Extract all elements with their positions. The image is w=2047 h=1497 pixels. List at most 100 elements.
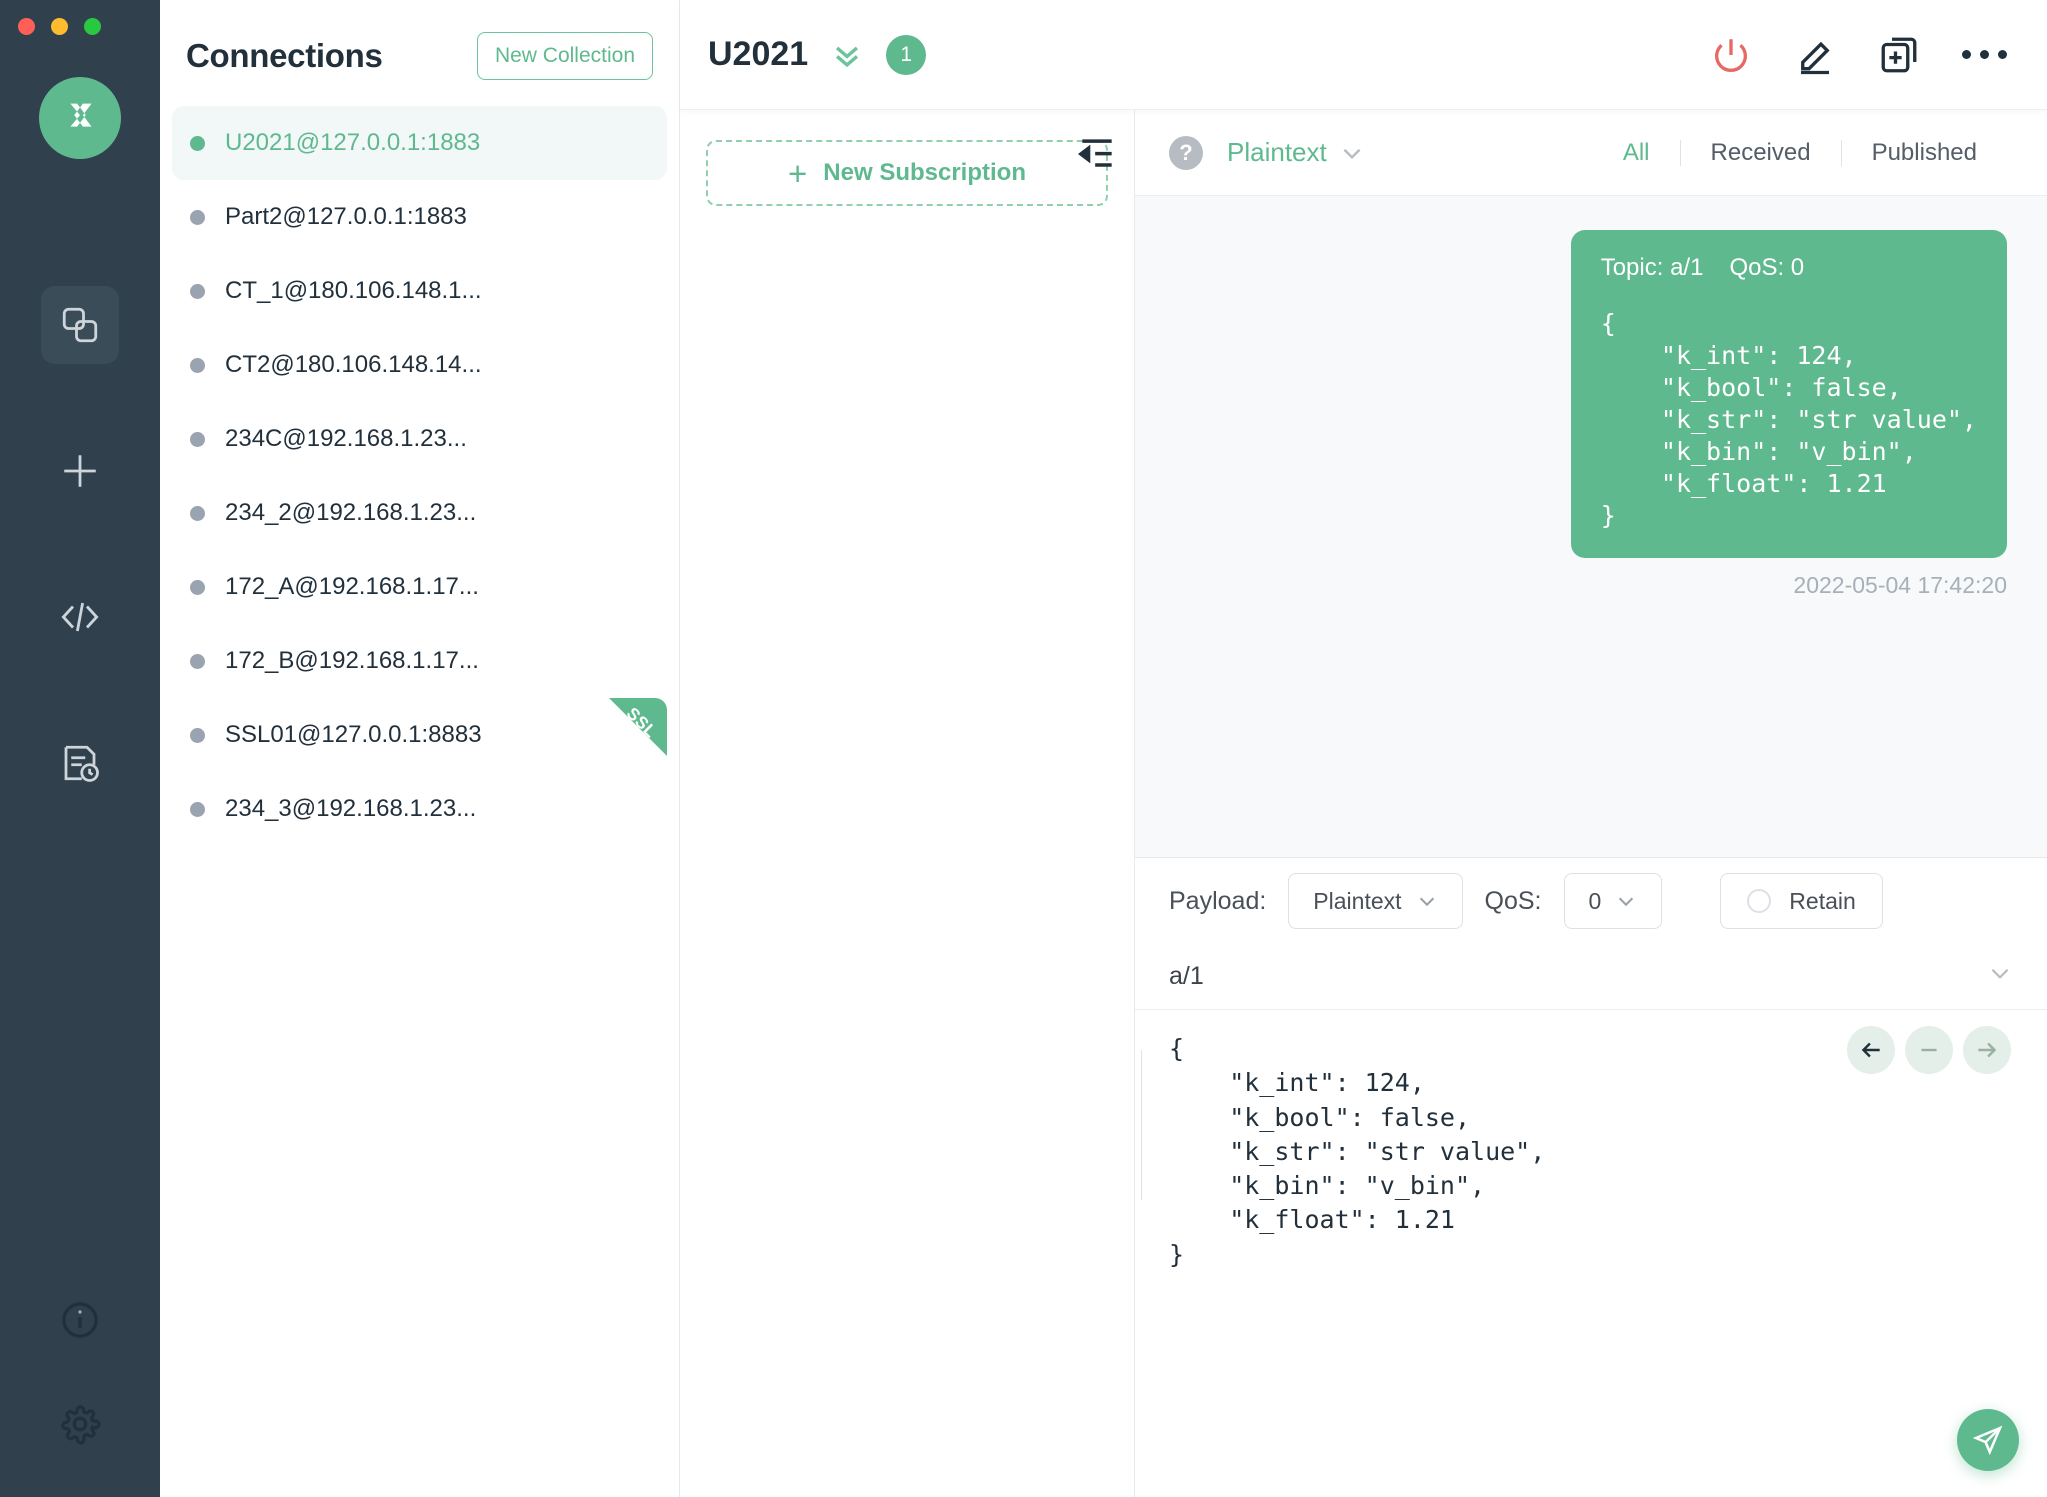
subscription-count-badge: 1	[886, 34, 927, 75]
message-filter-tab[interactable]: Published	[1842, 139, 2007, 167]
connection-list-item[interactable]: 172_A@192.168.1.17...	[172, 550, 667, 624]
rail-nav	[41, 286, 119, 870]
publish-topic-value: a/1	[1169, 962, 1204, 990]
chevron-down-icon	[1419, 897, 1434, 907]
message-topic: Topic: a/1	[1600, 254, 1704, 281]
payload-label: Payload:	[1169, 886, 1267, 915]
message-timestamp: 2022-05-04 17:42:20	[1793, 572, 2007, 598]
maximize-window-button[interactable]	[84, 18, 101, 35]
connection-list-item[interactable]: 234C@192.168.1.23...	[172, 402, 667, 476]
log-clock-icon	[64, 745, 99, 782]
minimize-window-button[interactable]	[51, 18, 68, 35]
content-row: + New Subscription ? Plaintext All Recei…	[680, 110, 2047, 1497]
sidebar-item-log[interactable]	[41, 724, 119, 802]
main-area: U2021 1 + New Subscription ? Plaintext A…	[680, 0, 2047, 1497]
publish-editor[interactable]: { "k_int": 124, "k_bool": false, "k_str"…	[1135, 1010, 2047, 1497]
chevron-down-icon	[1991, 968, 2009, 979]
message-filter-tabs: All Received Published	[1593, 139, 2007, 167]
qos-label: QoS:	[1484, 886, 1542, 915]
rail-bottom-nav	[0, 1299, 160, 1445]
connection-name: 234_2@192.168.1.23...	[225, 499, 477, 526]
sidebar-item-scripts[interactable]	[41, 578, 119, 656]
editor-clear-button[interactable]	[1905, 1026, 1953, 1074]
connection-list-item[interactable]: CT_1@180.106.148.1...	[172, 254, 667, 328]
sidebar-item-connections[interactable]	[41, 286, 119, 364]
connection-name: 234_3@192.168.1.23...	[225, 795, 477, 822]
left-rail	[0, 0, 160, 1497]
connection-expand-button[interactable]	[830, 38, 864, 72]
indent-guide	[1141, 1050, 1142, 1200]
message-filter-tab[interactable]: All	[1593, 139, 1680, 167]
message-qos: QoS: 0	[1729, 254, 1805, 281]
messages-toolbar: ? Plaintext All Received Published	[1077, 110, 2047, 196]
connection-list-item[interactable]: 172_B@192.168.1.17...	[172, 624, 667, 698]
duplicate-connection-button[interactable]	[1878, 34, 1920, 76]
connection-title: U2021	[708, 35, 809, 73]
message-filter-tab[interactable]: Received	[1681, 139, 1841, 167]
message-payload: { "k_int": 124, "k_bool": false, "k_str"…	[1600, 309, 1977, 530]
chevron-down-icon	[1619, 897, 1634, 907]
copy-squares-icon	[62, 307, 98, 343]
publish-qos-select[interactable]: 0	[1563, 873, 1663, 929]
connection-name: Part2@127.0.0.1:1883	[225, 203, 467, 230]
connection-list-item[interactable]: Part2@127.0.0.1:1883	[172, 180, 667, 254]
connection-list-item[interactable]: 234_2@192.168.1.23...	[172, 476, 667, 550]
connection-name: CT_1@180.106.148.1...	[225, 277, 482, 304]
arrow-left-icon	[1861, 1042, 1880, 1058]
close-window-button[interactable]	[18, 18, 35, 35]
connection-list-item[interactable]: 234_3@192.168.1.23...	[172, 772, 667, 846]
sidebar-item-settings[interactable]	[59, 1403, 101, 1445]
connections-header: Connections New Collection	[160, 0, 679, 90]
pencil-icon	[1801, 41, 1830, 74]
connection-list: U2021@127.0.0.1:1883 Part2@127.0.0.1:1883…	[160, 90, 679, 846]
connection-status-dot	[190, 209, 205, 225]
connection-status-dot	[190, 283, 205, 299]
topbar-actions	[1710, 34, 2007, 76]
connection-list-item[interactable]: CT2@180.106.148.14...	[172, 328, 667, 402]
editor-nav-buttons	[1847, 1026, 2011, 1074]
new-subscription-label: New Subscription	[823, 159, 1026, 186]
sidebar-item-about[interactable]	[59, 1299, 101, 1341]
new-collection-button[interactable]: New Collection	[476, 32, 653, 80]
new-subscription-button[interactable]: + New Subscription	[706, 140, 1108, 206]
ellipsis-icon	[1962, 50, 1971, 59]
collapse-left-icon	[1077, 139, 1112, 167]
mqttx-window: Connections New Collection U2021@127.0.0…	[0, 0, 2047, 1497]
connection-name: CT2@180.106.148.14...	[225, 351, 482, 378]
publish-topic-input[interactable]: a/1	[1135, 944, 2047, 1010]
power-icon	[1714, 38, 1748, 72]
app-logo-icon	[39, 77, 121, 159]
help-icon[interactable]: ?	[1169, 135, 1203, 170]
edit-connection-button[interactable]	[1794, 34, 1836, 76]
minus-icon	[1921, 1048, 1937, 1052]
payload-format-select[interactable]: Plaintext	[1227, 137, 1365, 168]
publish-payload-format-select[interactable]: Plaintext	[1288, 873, 1463, 929]
connection-status-dot	[190, 505, 205, 521]
message-bubble[interactable]: Topic: a/1 QoS: 0 { "k_int": 124, "k_bool"…	[1570, 230, 2007, 558]
traffic-lights	[18, 18, 101, 35]
topic-history-button[interactable]	[1987, 960, 2013, 993]
messages-column: ? Plaintext All Received Published Topic: …	[1077, 110, 2047, 1497]
plus-icon	[64, 455, 96, 487]
connection-list-item[interactable]: U2021@127.0.0.1:1883	[172, 106, 667, 180]
connection-list-item[interactable]: SSL01@127.0.0.1:8883 SSL	[172, 698, 667, 772]
copy-plus-icon	[1881, 37, 1917, 72]
editor-next-button[interactable]	[1963, 1026, 2011, 1074]
code-brackets-icon	[61, 602, 99, 632]
chevron-down-icon	[1343, 148, 1361, 159]
connection-topbar: U2021 1	[680, 0, 2047, 110]
more-options-button[interactable]	[1962, 50, 2007, 59]
collapse-subscriptions-button[interactable]	[1075, 132, 1119, 181]
editor-prev-button[interactable]	[1847, 1026, 1895, 1074]
double-chevron-down-icon	[836, 46, 859, 67]
connection-status-dot	[190, 579, 205, 595]
publish-panel: Payload: Plaintext QoS: 0 Retain a/1 {"…	[1135, 857, 2047, 1497]
send-message-button[interactable]	[1957, 1409, 2019, 1471]
connection-name: 172_A@192.168.1.17...	[225, 573, 479, 600]
connections-panel: Connections New Collection U2021@127.0.0…	[160, 0, 680, 1497]
sidebar-item-new[interactable]	[41, 432, 119, 510]
retain-checkbox[interactable]: Retain	[1720, 873, 1883, 929]
info-circle-icon	[62, 1302, 98, 1338]
disconnect-button[interactable]	[1710, 34, 1752, 76]
gear-icon	[61, 1405, 101, 1445]
